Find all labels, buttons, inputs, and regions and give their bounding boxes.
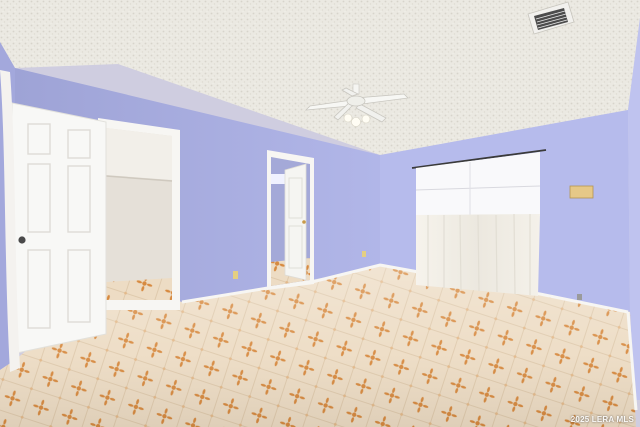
hallway-window-glow xyxy=(271,174,285,184)
hallway-doorway[interactable] xyxy=(267,150,314,290)
room-illustration xyxy=(0,0,640,427)
outlet-right-icon xyxy=(577,294,582,300)
fan-light-icon xyxy=(361,114,371,124)
hallway-door-knob-icon[interactable] xyxy=(302,220,306,224)
outlet-left-icon xyxy=(233,271,238,279)
closet-shelf-wall xyxy=(106,128,172,180)
room-photo: 2025 LERA MLS xyxy=(0,0,640,427)
fan-light-icon xyxy=(343,113,353,123)
left-door[interactable] xyxy=(11,102,107,355)
fan-light-icon xyxy=(351,117,361,127)
closet[interactable] xyxy=(98,118,180,310)
thermostat-icon[interactable] xyxy=(569,185,594,199)
door-knob-icon[interactable] xyxy=(18,236,26,244)
mls-watermark: 2025 LERA MLS xyxy=(570,415,634,424)
left-door-slab xyxy=(11,102,107,355)
window[interactable] xyxy=(411,149,547,296)
fan-hub xyxy=(346,95,366,107)
outlet-back-icon xyxy=(362,251,366,257)
